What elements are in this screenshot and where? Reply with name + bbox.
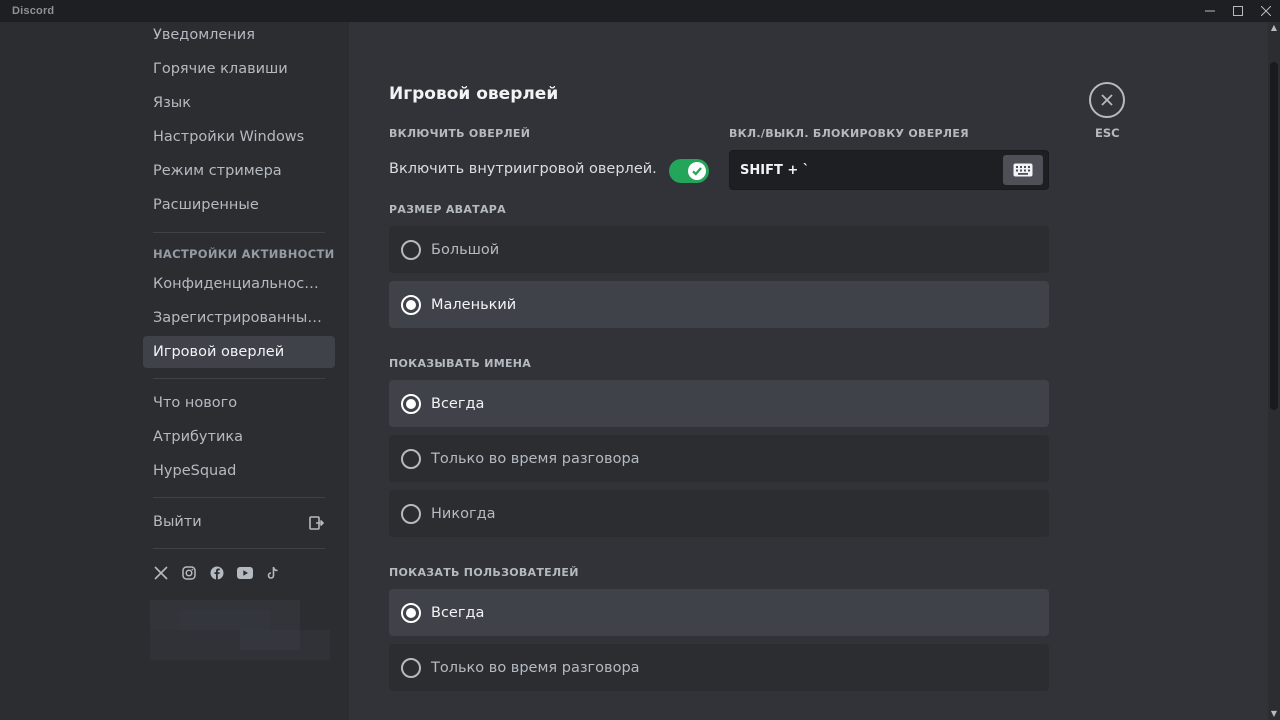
show-names-option-never[interactable]: Никогда [389, 490, 1049, 537]
keyboard-icon [1013, 163, 1033, 177]
maximize-button[interactable] [1224, 0, 1252, 22]
show-users-label: ПОКАЗАТЬ ПОЛЬЗОВАТЕЛЕЙ [389, 566, 579, 579]
logout-button[interactable]: Выйти [143, 506, 335, 538]
overlay-toggle[interactable] [669, 159, 709, 183]
sidebar-item-label: Режим стримера [153, 163, 282, 179]
keybind-value: SHIFT + ` [740, 162, 810, 178]
sidebar-item-label: Язык [153, 95, 191, 111]
sidebar-item-advanced[interactable]: Расширенные [143, 189, 335, 221]
record-keybind-button[interactable] [1003, 155, 1043, 185]
radio-label: Большой [431, 241, 500, 258]
sidebar-divider [153, 548, 325, 549]
overlay-toggle-label: Включить внутриигровой оверлей. [389, 161, 657, 177]
activity-settings-header: НАСТРОЙКИ АКТИВНОСТИ [153, 247, 335, 261]
radio-label: Только во время разговора [431, 450, 640, 467]
toggle-knob [688, 162, 706, 180]
scroll-up-icon[interactable]: ▲ [1270, 24, 1278, 32]
sidebar-item-label: Уведомления [153, 27, 255, 43]
show-users-option-speaking[interactable]: Только во время разговора [389, 644, 1049, 691]
radio-label: Всегда [431, 604, 485, 621]
avatar-size-label: РАЗМЕР АВАТАРА [389, 203, 506, 216]
maximize-icon [1233, 6, 1243, 16]
sidebar-item-label: Расширенные [153, 197, 259, 213]
radio-button [401, 239, 421, 260]
x-icon[interactable] [153, 565, 169, 581]
sidebar-item-game-overlay[interactable]: Игровой оверлей [143, 336, 335, 368]
lock-keybind-label: ВКЛ./ВЫКЛ. БЛОКИРОВКУ ОВЕРЛЕЯ [729, 127, 969, 140]
scrollbar[interactable]: ▲ ▼ [1268, 22, 1280, 720]
sidebar-item-hypesquad[interactable]: HypeSquad [143, 455, 335, 487]
lock-keybind-field[interactable]: SHIFT + ` [729, 150, 1049, 190]
sidebar-divider [153, 232, 325, 233]
app-name: Discord [12, 5, 55, 17]
sidebar-item-label: Настройки Windows [153, 129, 305, 145]
show-names-option-always[interactable]: Всегда [389, 380, 1049, 427]
esc-label: ESC [1095, 126, 1120, 140]
sidebar-divider [153, 497, 325, 498]
radio-button [401, 657, 421, 678]
sidebar-item-streamer-mode[interactable]: Режим стримера [143, 155, 335, 187]
show-names-option-speaking[interactable]: Только во время разговора [389, 435, 1049, 482]
avatar-size-option-small[interactable]: Маленький [389, 281, 1049, 328]
radio-label: Только во время разговора [431, 659, 640, 676]
sidebar-item-merch[interactable]: Атрибутика [143, 421, 335, 453]
avatar-size-option-large[interactable]: Большой [389, 226, 1049, 273]
close-settings-button[interactable] [1089, 82, 1125, 118]
radio-button [401, 602, 421, 623]
window-controls [1196, 0, 1280, 22]
sidebar-item-label: Горячие клавиши [153, 61, 288, 77]
logout-icon [309, 516, 324, 530]
scroll-down-icon[interactable]: ▼ [1270, 710, 1278, 718]
settings-sidebar: Уведомления Горячие клавиши Язык Настрой… [0, 22, 349, 720]
discord-window: Discord Уведомления Горячие клавиши Язык… [0, 0, 1280, 720]
close-icon [1101, 94, 1113, 106]
sidebar-item-language[interactable]: Язык [143, 87, 335, 119]
instagram-icon[interactable] [181, 565, 197, 581]
radio-label: Маленький [431, 296, 517, 313]
check-icon [692, 167, 702, 176]
radio-button [401, 503, 421, 524]
enable-overlay-label: ВКЛЮЧИТЬ ОВЕРЛЕЙ [389, 127, 531, 140]
close-icon [1261, 6, 1271, 16]
logout-label: Выйти [153, 514, 202, 530]
sidebar-item-label: Атрибутика [153, 429, 244, 445]
minimize-button[interactable] [1196, 0, 1224, 22]
sidebar-item-windows-settings[interactable]: Настройки Windows [143, 121, 335, 153]
sidebar-divider [153, 378, 325, 379]
radio-label: Никогда [431, 505, 496, 522]
sidebar-item-label: Что нового [153, 395, 238, 411]
radio-button [401, 294, 421, 315]
sidebar-item-notifications[interactable]: Уведомления [143, 19, 335, 51]
radio-label: Всегда [431, 395, 485, 412]
close-window-button[interactable] [1252, 0, 1280, 22]
page-title: Игровой оверлей [389, 84, 559, 104]
facebook-icon[interactable] [209, 565, 225, 581]
tiktok-icon[interactable] [265, 565, 281, 581]
sidebar-item-label: Зарегистрированные игры [153, 310, 325, 326]
minimize-icon [1205, 10, 1215, 12]
sidebar-item-keybinds[interactable]: Горячие клавиши [143, 53, 335, 85]
sidebar-item-label: HypeSquad [153, 463, 237, 479]
sidebar-item-label: Игровой оверлей [153, 344, 285, 360]
sidebar-item-label: Конфиденциальность действий [153, 276, 325, 292]
radio-button [401, 393, 421, 414]
sidebar-item-activity-privacy[interactable]: Конфиденциальность действий [143, 268, 335, 300]
settings-content: Игровой оверлей ВКЛЮЧИТЬ ОВЕРЛЕЙ Включит… [349, 22, 1268, 720]
show-names-label: ПОКАЗЫВАТЬ ИМЕНА [389, 357, 532, 370]
radio-button [401, 448, 421, 469]
sidebar-item-whats-new[interactable]: Что нового [143, 387, 335, 419]
social-links [153, 565, 281, 581]
show-users-option-always[interactable]: Всегда [389, 589, 1049, 636]
scrollbar-thumb[interactable] [1270, 62, 1278, 410]
sidebar-item-registered-games[interactable]: Зарегистрированные игры [143, 302, 335, 334]
youtube-icon[interactable] [237, 565, 253, 581]
